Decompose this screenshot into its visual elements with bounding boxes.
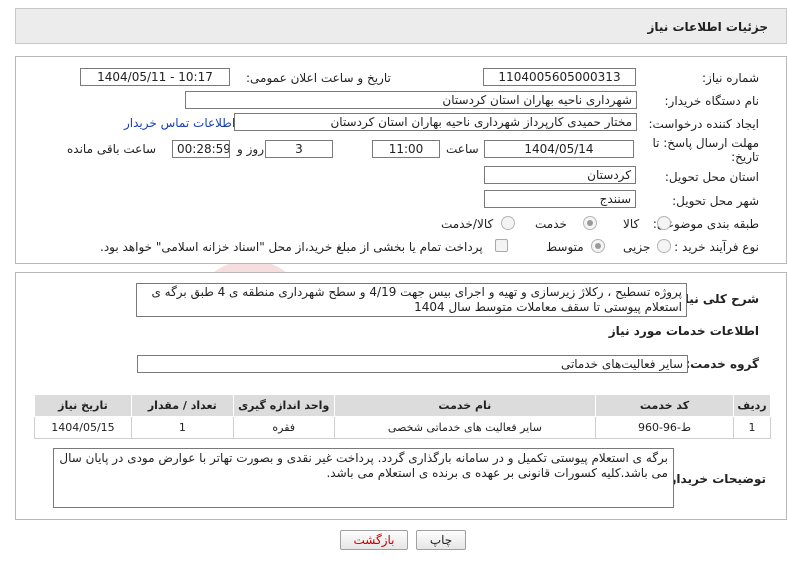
summary-box: پروژه تسطیح ، رکلاژ زیرسازی و تهیه و اجر… <box>136 283 687 317</box>
buyer-field: شهرداری ناحیه بهاران استان کردستان <box>185 91 637 109</box>
page-title: جزئیات اطلاعات نیاز <box>647 20 768 34</box>
buyer-notes-box: برگه ی استعلام پیوستی تکمیل و در سامانه … <box>53 448 674 508</box>
deadline-label-text: مهلت ارسال پاسخ: تا تاریخ: <box>652 136 759 164</box>
deadline-time-field: 11:00 <box>372 140 440 158</box>
print-button[interactable]: چاپ <box>416 530 466 550</box>
deadline-date-field: 1404/05/14 <box>484 140 634 158</box>
category-radio-goods[interactable] <box>657 216 671 230</box>
category-option-goods: کالا <box>623 217 640 231</box>
province-label: استان محل تحویل: <box>664 170 759 184</box>
services-table: تاریخ نیاز تعداد / مقدار واحد اندازه گیر… <box>34 394 772 439</box>
col-code: کد خدمت <box>595 394 734 417</box>
table-row: 1404/05/15 1 فقره سایر فعالیت های خدماتی… <box>34 416 772 439</box>
page-header: جزئیات اطلاعات نیاز <box>15 8 787 44</box>
need-number-field: 1104005605000313 <box>483 68 636 86</box>
col-row: ردیف <box>732 394 772 417</box>
province-field: کردستان <box>484 166 636 184</box>
col-date: تاریخ نیاز <box>34 394 132 417</box>
service-group-field: سایر فعالیت‌های خدماتی <box>137 355 688 373</box>
category-radio-service[interactable] <box>583 216 597 230</box>
treasury-payment-checkbox[interactable] <box>495 239 508 252</box>
services-section-title: اطلاعات خدمات مورد نیاز <box>608 324 759 338</box>
announce-label: تاریخ و ساعت اعلان عمومی: <box>246 71 391 85</box>
cell-name: سایر فعالیت های خدماتی شخصی <box>333 416 597 439</box>
category-option-goods-service: کالا/خدمت <box>441 217 494 231</box>
buyer-notes-label: توضیحات خریدار: <box>664 472 766 486</box>
process-option-minor: جزیی <box>623 240 651 254</box>
city-label: شهر محل تحویل: <box>672 194 759 208</box>
days-label: روز و <box>237 142 264 156</box>
cell-code: ط-96-960 <box>595 416 734 439</box>
city-field: سنندج <box>484 190 636 208</box>
treasury-payment-note: پرداخت تمام یا بخشی از مبلغ خرید،از محل … <box>100 240 483 254</box>
cell-unit: فقره <box>232 416 335 439</box>
deadline-label: مهلت ارسال پاسخ: تا تاریخ: <box>639 136 759 164</box>
process-label: نوع فرآیند خرید : <box>674 240 759 254</box>
summary-text: پروژه تسطیح ، رکلاژ زیرسازی و تهیه و اجر… <box>151 285 682 314</box>
announce-datetime-field: 1404/05/11 - 10:17 <box>80 68 230 86</box>
col-qty: تعداد / مقدار <box>130 394 234 417</box>
process-radio-minor[interactable] <box>657 239 671 253</box>
cell-date: 1404/05/15 <box>34 416 132 439</box>
remaining-time-field: 00:28:59 <box>172 140 230 158</box>
remaining-time-label: ساعت باقی مانده <box>67 142 157 156</box>
buyer-label: نام دستگاه خریدار: <box>664 94 760 108</box>
deadline-time-label: ساعت <box>446 142 479 156</box>
back-button[interactable]: بازگشت <box>340 530 408 550</box>
buyer-notes-text: برگه ی استعلام پیوستی تکمیل و در سامانه … <box>59 451 668 480</box>
col-unit: واحد اندازه گیری <box>232 394 335 417</box>
table-header-row: تاریخ نیاز تعداد / مقدار واحد اندازه گیر… <box>34 394 772 417</box>
process-radio-medium[interactable] <box>591 239 605 253</box>
need-number-label: شماره نیاز: <box>702 71 759 85</box>
cell-row: 1 <box>732 416 772 439</box>
services-table-wrap: تاریخ نیاز تعداد / مقدار واحد اندازه گیر… <box>34 394 772 439</box>
category-radio-goods-service[interactable] <box>501 216 515 230</box>
col-name: نام خدمت <box>333 394 597 417</box>
creator-label: ایجاد کننده درخواست: <box>648 117 759 131</box>
contact-buyer-link[interactable]: اطلاعات تماس خریدار <box>124 116 235 130</box>
category-option-service: خدمت <box>535 217 567 231</box>
cell-qty: 1 <box>130 416 234 439</box>
process-option-medium: متوسط <box>546 240 584 254</box>
service-group-label: گروه خدمت: <box>685 357 759 371</box>
days-remaining-field: 3 <box>265 140 333 158</box>
creator-field: مختار حمیدی کارپرداز شهرداری ناحیه بهارا… <box>234 113 637 131</box>
